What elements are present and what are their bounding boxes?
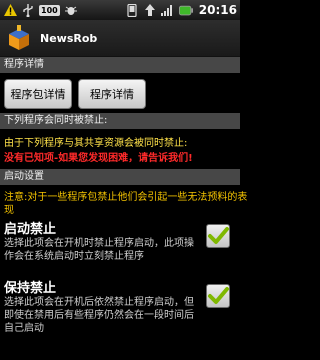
caution-text-line-1: 注意:对于一些程序包禁止他们会引起一些无法预料的表: [4, 192, 248, 203]
startup-block-title: 启动禁止: [4, 222, 57, 237]
newsrob-logo-icon: [6, 25, 32, 51]
warning-icon: [3, 4, 17, 17]
no-known-items-warning: 没有已知项-如果您发现困难，请告诉我们!: [4, 153, 193, 164]
section-header-startup: 启动设置: [0, 169, 240, 185]
check-mark-icon: [208, 227, 229, 244]
notification-count-badge: 100: [39, 4, 60, 16]
startup-block-description: 选择此项会在开机时禁止程序启动，此项操作会在系统启动时立刻禁止程序: [4, 238, 194, 262]
status-bar-right: 20:16: [125, 3, 237, 17]
status-bar-left: 100: [3, 3, 78, 17]
usb-icon: [21, 3, 35, 17]
keep-block-title: 保持禁止: [4, 281, 57, 296]
caution-text-line-2: 现: [4, 205, 14, 216]
package-details-button[interactable]: 程序包详情: [4, 79, 72, 109]
program-details-button[interactable]: 程序详情: [78, 79, 146, 109]
keep-block-description: 选择此项会在开机后依然禁止程序启动，但即使在禁用后有些程序仍然会在一段时间后自己…: [4, 297, 194, 334]
details-button-row: 程序包详情 程序详情: [4, 79, 146, 109]
title-bar: NewsRob: [0, 20, 240, 57]
check-mark-icon: [208, 287, 229, 304]
bug-icon: [64, 4, 78, 17]
keep-block-checkbox[interactable]: [206, 284, 230, 308]
app-title: NewsRob: [40, 31, 98, 45]
battery-icon: [178, 4, 193, 17]
status-bar: 100 20:16: [0, 0, 240, 20]
signal-icon: [161, 4, 175, 17]
shared-resources-notice: 由于下列程序与其共享资源会被同时禁止:: [4, 138, 188, 149]
section-header-blocked: 下列程序会同时被禁止:: [0, 113, 240, 129]
status-time: 20:16: [198, 3, 237, 17]
section-header-program-details: 程序详情: [0, 57, 240, 73]
phone-icon: [125, 3, 139, 17]
upload-icon: [143, 4, 157, 17]
startup-block-checkbox[interactable]: [206, 224, 230, 248]
